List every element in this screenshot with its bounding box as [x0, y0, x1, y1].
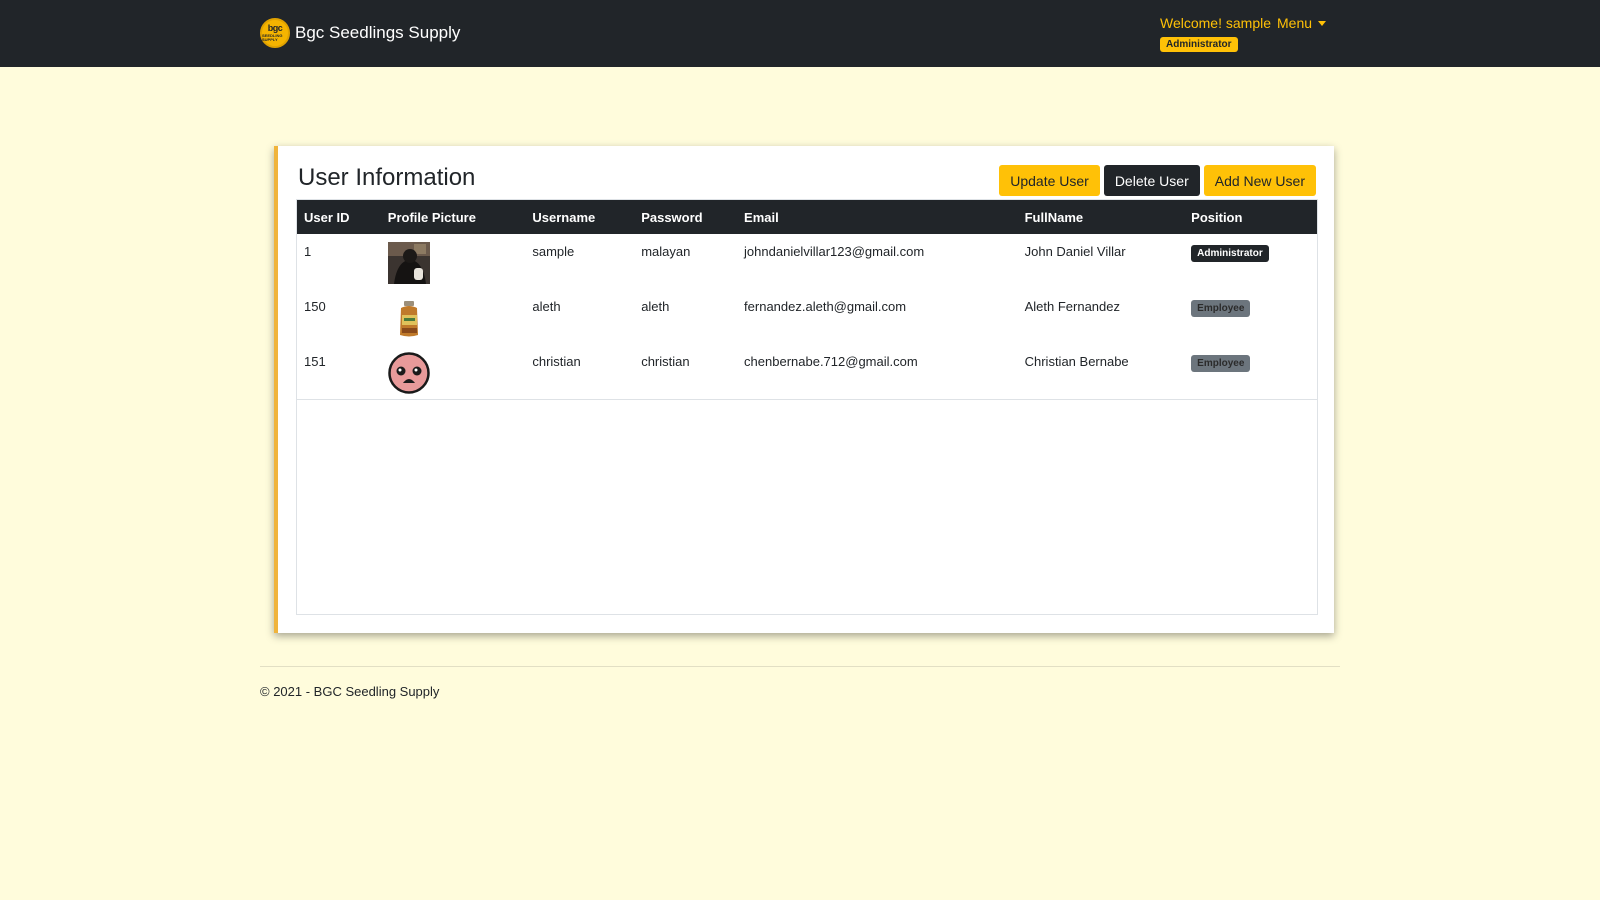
user-information-card: User Information Update User Delete User…	[274, 146, 1334, 633]
cell-position: Administrator	[1184, 234, 1317, 289]
add-new-user-button[interactable]: Add New User	[1203, 165, 1316, 196]
cell-username: aleth	[532, 299, 561, 314]
table-header-row: User ID Profile Picture Username Passwor…	[297, 200, 1317, 234]
cell-user-id: 1	[304, 244, 312, 259]
header-password: Password	[641, 209, 703, 225]
user-table-container[interactable]: User ID Profile Picture Username Passwor…	[296, 199, 1318, 615]
header-profile-picture: Profile Picture	[387, 209, 476, 225]
cell-profile-picture	[381, 234, 526, 289]
delete-user-button[interactable]: Delete User	[1103, 165, 1200, 196]
user-table: User ID Profile Picture Username Passwor…	[297, 200, 1317, 400]
cell-username: christian	[532, 354, 581, 369]
cell-position: Employee	[1184, 289, 1317, 344]
brand-logo: bgc SEEDLING SUPPLY	[260, 18, 290, 48]
cell-password: malayan	[641, 244, 691, 259]
role-badge: Administrator	[1160, 37, 1238, 52]
profile-picture-cartoon-face	[388, 352, 430, 394]
cell-username: sample	[532, 244, 575, 259]
cell-user-id: 150	[304, 299, 326, 314]
table-row[interactable]: 1 sample malayan johndanielvillar123@gma…	[297, 234, 1317, 289]
cell-fullname: Aleth Fernandez	[1024, 299, 1121, 314]
position-badge: Administrator	[1191, 245, 1269, 262]
action-buttons: Update User Delete User Add New User	[999, 165, 1316, 196]
header-fullname: FullName	[1024, 209, 1084, 225]
footer-copyright: © 2021 - BGC Seedling Supply	[260, 684, 440, 699]
table-row[interactable]: 151 christian christian chenbernabe.712@…	[297, 344, 1317, 399]
welcome-text: Welcome! sample	[1160, 15, 1272, 31]
header-user-id: User ID	[304, 209, 350, 225]
brand-link[interactable]: bgc SEEDLING SUPPLY Bgc Seedlings Supply	[260, 18, 460, 48]
header-username: Username	[532, 209, 596, 225]
cell-fullname: Christian Bernabe	[1024, 354, 1129, 369]
cell-email: johndanielvillar123@gmail.com	[744, 244, 925, 259]
profile-picture-dark-photo	[387, 242, 430, 284]
footer-divider	[260, 666, 1340, 667]
position-badge: Employee	[1191, 300, 1251, 317]
cell-position: Employee	[1184, 344, 1317, 399]
menu-label: Menu	[1277, 15, 1313, 31]
cell-fullname: John Daniel Villar	[1024, 244, 1126, 259]
table-row[interactable]: 150 aleth aleth fernandez.aleth@gmail.co…	[297, 289, 1317, 344]
menu-dropdown-toggle[interactable]: Menu	[1277, 15, 1327, 31]
header-email: Email	[744, 209, 779, 225]
caret-down-icon	[1318, 20, 1327, 26]
position-badge: Employee	[1191, 355, 1251, 372]
profile-picture-jar-photo	[387, 297, 430, 339]
top-navbar: bgc SEEDLING SUPPLY Bgc Seedlings Supply…	[0, 0, 1600, 67]
header-position: Position	[1191, 209, 1243, 225]
page-title: User Information	[298, 164, 476, 191]
cell-password: christian	[641, 354, 690, 369]
cell-email: chenbernabe.712@gmail.com	[744, 354, 918, 369]
cell-user-id: 151	[304, 354, 326, 369]
cell-profile-picture	[381, 289, 526, 344]
cell-email: fernandez.aleth@gmail.com	[744, 299, 907, 314]
brand-name: Bgc Seedlings Supply	[295, 23, 461, 42]
update-user-button[interactable]: Update User	[999, 165, 1100, 196]
cell-password: aleth	[641, 299, 670, 314]
cell-profile-picture	[381, 344, 526, 399]
